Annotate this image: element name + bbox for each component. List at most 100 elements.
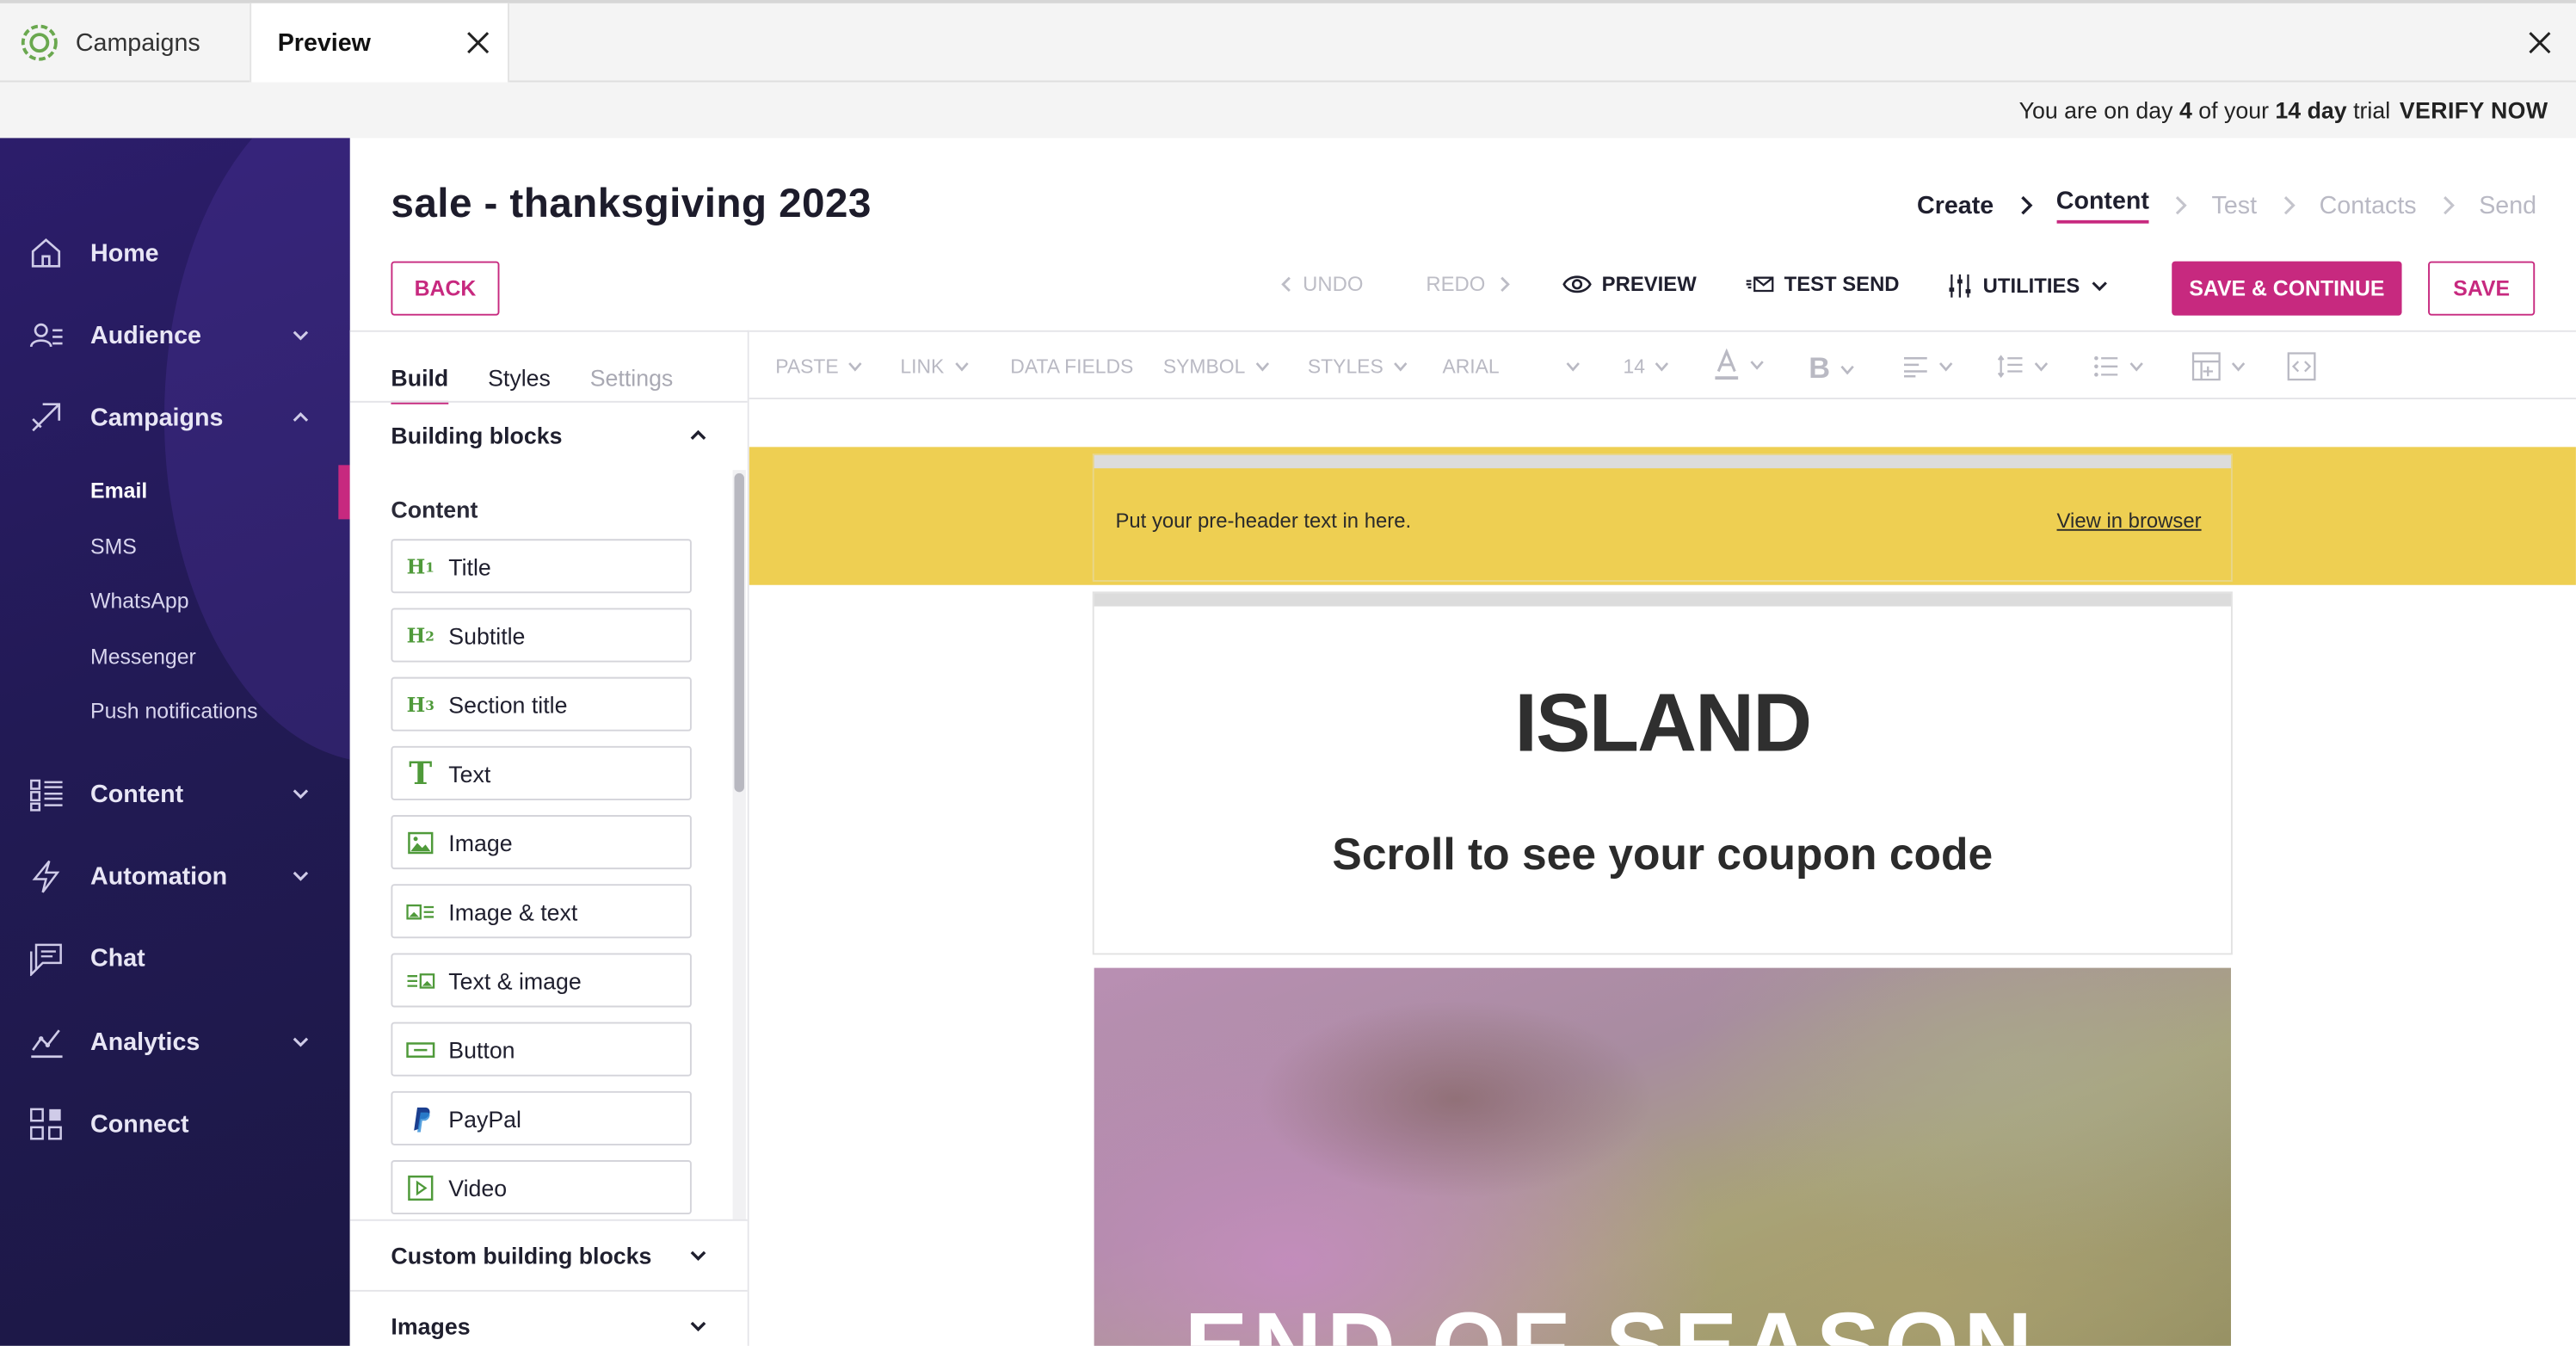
chevron-down-icon <box>1750 361 1764 370</box>
chevron-right-icon <box>1501 276 1511 292</box>
email-headline[interactable]: Scroll to see your coupon code <box>1094 830 2231 880</box>
sidebar-item-home[interactable]: Home <box>0 220 350 286</box>
block-title[interactable]: H1 Title <box>391 539 692 594</box>
step-contacts[interactable]: Contacts <box>2320 191 2417 219</box>
symbol-menu[interactable]: SYMBOL <box>1163 355 1270 378</box>
link-menu[interactable]: LINK <box>900 355 969 378</box>
sidebar-sub-whatsapp[interactable]: WhatsApp <box>90 589 189 614</box>
block-paypal[interactable]: PayPal <box>391 1090 692 1145</box>
styles-menu[interactable]: STYLES <box>1308 355 1408 378</box>
symbol-label: SYMBOL <box>1162 355 1246 379</box>
chevron-right-icon <box>2020 195 2032 215</box>
font-family-select[interactable]: ARIAL <box>1442 355 1580 378</box>
block-text-and-image[interactable]: Text & image <box>391 953 692 1008</box>
sidebar-item-content[interactable]: Content <box>0 761 350 826</box>
chevron-down-icon <box>2092 281 2107 292</box>
custom-blocks-label: Custom building blocks <box>391 1242 652 1269</box>
hero-image[interactable]: END OF SEASON <box>1094 967 2231 1346</box>
sidebar-item-chat[interactable]: Chat <box>0 925 350 991</box>
sidebar-item-label: Analytics <box>90 1028 200 1056</box>
list-menu[interactable] <box>2093 355 2144 378</box>
verify-now-link[interactable]: VERIFY NOW <box>2400 97 2548 124</box>
test-send-label: TEST SEND <box>1784 272 1900 296</box>
tab-campaigns[interactable]: Campaigns <box>0 3 250 83</box>
h2-icon: H2 <box>406 623 434 647</box>
view-in-browser-link[interactable]: View in browser <box>2057 509 2202 533</box>
block-image-and-text[interactable]: Image & text <box>391 884 692 939</box>
sidebar-sub-sms[interactable]: SMS <box>90 534 137 559</box>
block-button[interactable]: Button <box>391 1022 692 1077</box>
table-menu[interactable] <box>2191 352 2246 381</box>
chevron-right-icon <box>2444 196 2455 215</box>
panel-scrollbar-thumb[interactable] <box>734 472 744 793</box>
connect-icon <box>30 1108 62 1140</box>
sidebar-item-automation[interactable]: Automation <box>0 843 350 909</box>
header-block[interactable]: ISLAND Scroll to see your coupon code <box>1092 591 2233 955</box>
block-subtitle[interactable]: H2 Subtitle <box>391 608 692 663</box>
block-label: Image <box>448 829 513 855</box>
chevron-up-icon <box>293 412 309 422</box>
font-size-select[interactable]: 14 <box>1623 355 1669 378</box>
bold-menu[interactable]: B <box>1809 352 1854 386</box>
step-create[interactable]: Create <box>1917 191 1994 219</box>
paste-menu[interactable]: PASTE <box>775 355 863 378</box>
content-section-label: Content <box>391 496 478 523</box>
save-button[interactable]: SAVE <box>2428 261 2536 316</box>
sidebar-sub-push[interactable]: Push notifications <box>90 698 258 723</box>
sidebar-item-campaigns[interactable]: Campaigns <box>0 385 350 450</box>
preview-button[interactable]: PREVIEW <box>1562 273 1697 296</box>
sidebar-sub-email[interactable]: Email <box>90 479 147 503</box>
utilities-menu[interactable]: UTILITIES <box>1947 273 2118 299</box>
block-label: Text <box>448 760 491 787</box>
text-color-menu[interactable] <box>1714 348 1765 381</box>
hero-headline: END OF SEASON <box>1185 1292 2037 1346</box>
tab-build[interactable]: Build <box>391 365 449 404</box>
block-drag-strip[interactable] <box>1094 454 2231 469</box>
preheader-block[interactable]: Put your pre-header text in here. View i… <box>1092 453 2233 582</box>
block-image[interactable]: Image <box>391 815 692 870</box>
data-fields-menu[interactable]: DATA FIELDS <box>1010 355 1133 378</box>
chevron-right-icon <box>2283 196 2296 215</box>
redo-button[interactable]: REDO <box>1426 273 1512 296</box>
chevron-up-icon <box>690 429 706 440</box>
image-icon <box>406 829 435 855</box>
preheader-text[interactable]: Put your pre-header text in here. <box>1115 509 1411 533</box>
paypal-icon <box>406 1105 435 1132</box>
block-section-title[interactable]: H3 Section title <box>391 676 692 732</box>
code-icon <box>2287 352 2316 381</box>
sidebar-item-analytics[interactable]: Analytics <box>0 1009 350 1074</box>
align-menu[interactable] <box>1902 355 1953 378</box>
close-window-icon[interactable] <box>2527 29 2554 56</box>
app-logo-icon <box>21 24 58 61</box>
tab-styles[interactable]: Styles <box>488 365 551 404</box>
sidebar-sub-messenger[interactable]: Messenger <box>90 644 196 669</box>
chevron-down-icon <box>1938 362 1953 372</box>
step-content[interactable]: Content <box>2055 188 2149 224</box>
block-drag-strip[interactable] <box>1094 593 2231 607</box>
save-and-continue-button[interactable]: SAVE & CONTINUE <box>2172 261 2402 316</box>
custom-blocks-header[interactable]: Custom building blocks <box>349 1219 748 1290</box>
test-send-button[interactable]: TEST SEND <box>1745 273 1900 296</box>
step-send[interactable]: Send <box>2479 191 2536 219</box>
sidebar-item-label: Chat <box>90 943 145 972</box>
email-canvas[interactable]: Put your pre-header text in here. View i… <box>749 398 2576 1346</box>
undo-button[interactable]: UNDO <box>1279 273 1363 296</box>
block-text[interactable]: T Text <box>391 745 692 800</box>
h1-icon: H1 <box>406 554 434 578</box>
line-height-menu[interactable] <box>1997 355 2049 379</box>
sidebar-item-connect[interactable]: Connect <box>0 1091 350 1157</box>
step-test[interactable]: Test <box>2212 191 2258 219</box>
chevron-down-icon <box>849 362 863 372</box>
back-button[interactable]: BACK <box>391 261 500 316</box>
audience-icon <box>29 323 63 348</box>
close-tab-icon[interactable] <box>465 29 491 56</box>
building-blocks-header[interactable]: Building blocks <box>349 400 748 466</box>
images-header[interactable]: Images <box>349 1289 748 1346</box>
chevron-down-icon <box>1840 364 1854 374</box>
styles-label: STYLES <box>1307 355 1384 379</box>
sidebar-item-audience[interactable]: Audience <box>0 302 350 367</box>
block-video[interactable]: Video <box>391 1160 692 1215</box>
source-code-button[interactable] <box>2287 352 2316 381</box>
tab-settings[interactable]: Settings <box>590 365 674 404</box>
tab-preview[interactable]: Preview <box>250 3 509 84</box>
